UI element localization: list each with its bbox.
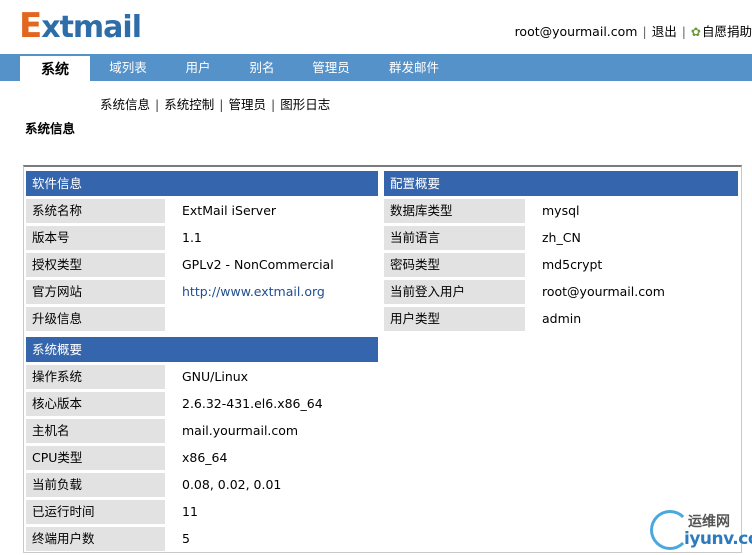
config-summary-heading: 配置概要	[384, 171, 738, 196]
tab-aliases[interactable]: 别名	[238, 54, 286, 81]
row-value: ExtMail iServer	[182, 203, 277, 218]
row-value: GNU/Linux	[182, 369, 249, 384]
sub-nav: 系统信息 | 系统控制 | 管理员 | 图形日志	[100, 94, 330, 113]
table-row: 当前登入用户 root@yourmail.com	[384, 280, 738, 304]
tab-admins[interactable]: 管理员	[302, 54, 360, 81]
tab-system[interactable]: 系统	[20, 56, 90, 81]
row-label: 当前语言	[384, 226, 525, 250]
row-label: 密码类型	[384, 253, 525, 277]
row-label: 数据库类型	[384, 199, 525, 223]
watermark-line1: 运维网	[688, 514, 730, 530]
main-nav: 系统 域列表 用户 别名 管理员 群发邮件	[0, 54, 752, 81]
row-value: GPLv2 - NonCommercial	[182, 257, 334, 272]
table-row: 当前语言 zh_CN	[384, 226, 738, 250]
tab-domain-list[interactable]: 域列表	[100, 54, 156, 81]
separator: |	[681, 24, 686, 39]
tab-users[interactable]: 用户	[172, 54, 224, 81]
subnav-system-control[interactable]: 系统控制	[164, 97, 214, 112]
row-label: 系统名称	[26, 199, 165, 223]
row-value: x86_64	[182, 450, 228, 465]
table-row: 用户类型 admin	[384, 307, 738, 331]
table-row: 已运行时间 11	[26, 500, 378, 524]
row-value: md5crypt	[542, 257, 603, 272]
row-value: mysql	[542, 203, 580, 218]
tab-mass-mail[interactable]: 群发邮件	[378, 54, 450, 81]
logo-text: xtmail	[41, 10, 142, 45]
extmail-logo: Extmail	[19, 6, 142, 46]
system-summary-heading: 系统概要	[26, 337, 378, 362]
separator: |	[642, 24, 647, 39]
row-value: mail.yourmail.com	[182, 423, 299, 438]
row-label: 升级信息	[26, 307, 165, 331]
software-info-heading: 软件信息	[26, 171, 378, 196]
row-label: 版本号	[26, 226, 165, 250]
table-row: 操作系统 GNU/Linux	[26, 365, 378, 389]
row-label: CPU类型	[26, 446, 165, 470]
table-row: 当前负载 0.08, 0.02, 0.01	[26, 473, 378, 497]
table-row: 升级信息	[26, 307, 378, 331]
separator: |	[155, 97, 160, 112]
table-row: 密码类型 md5crypt	[384, 253, 738, 277]
separator: |	[270, 97, 276, 112]
table-row: 主机名 mail.yourmail.com	[26, 419, 378, 443]
table-row: 核心版本 2.6.32-431.el6.x86_64	[26, 392, 378, 416]
subnav-admins[interactable]: 管理员	[228, 97, 266, 112]
row-value: admin	[542, 311, 582, 326]
table-row: 终端用户数 5	[26, 527, 378, 551]
table-row: 官方网站 http://www.extmail.org	[26, 280, 378, 304]
subnav-graph-log[interactable]: 图形日志	[280, 97, 330, 112]
row-value: 2.6.32-431.el6.x86_64	[182, 396, 323, 411]
row-label: 用户类型	[384, 307, 525, 331]
logo-initial: E	[19, 6, 42, 46]
row-label: 操作系统	[26, 365, 165, 389]
gear-icon: ✿	[690, 25, 701, 39]
table-row: 系统名称 ExtMail iServer	[26, 199, 378, 223]
page-title: 系统信息	[25, 121, 76, 136]
table-row: 数据库类型 mysql	[384, 199, 738, 223]
row-value: root@yourmail.com	[542, 284, 665, 299]
row-label: 终端用户数	[26, 527, 165, 551]
row-value: 1.1	[182, 230, 202, 245]
separator: |	[219, 97, 224, 112]
subnav-system-info[interactable]: 系统信息	[100, 97, 150, 112]
watermark: 运维网 iyunv.com	[648, 508, 752, 555]
row-value	[165, 307, 182, 331]
official-site-link[interactable]: http://www.extmail.org	[182, 284, 325, 299]
table-row: 授权类型 GPLv2 - NonCommercial	[26, 253, 378, 277]
row-label: 主机名	[26, 419, 165, 443]
table-row: CPU类型 x86_64	[26, 446, 378, 470]
table-row: 版本号 1.1	[26, 226, 378, 250]
logout-link[interactable]: 退出	[652, 24, 677, 39]
row-label: 官方网站	[26, 280, 165, 304]
donate-link[interactable]: 自愿捐助	[702, 24, 752, 39]
user-email: root@yourmail.com	[514, 24, 638, 39]
row-value: 11	[182, 504, 198, 519]
info-panel: 软件信息 系统名称 ExtMail iServer 版本号 1.1 授权类型 G…	[23, 165, 742, 553]
row-value: http://www.extmail.org	[165, 280, 325, 304]
row-label: 当前负载	[26, 473, 165, 497]
user-links: root@yourmail.com | 退出 | ✿自愿捐助	[515, 21, 752, 40]
row-label: 当前登入用户	[384, 280, 525, 304]
row-value: zh_CN	[542, 230, 581, 245]
row-label: 核心版本	[26, 392, 165, 416]
row-label: 授权类型	[26, 253, 165, 277]
row-value: 5	[182, 531, 190, 546]
row-value: 0.08, 0.02, 0.01	[182, 477, 282, 492]
row-label: 已运行时间	[26, 500, 165, 524]
watermark-line2: iyunv.com	[684, 529, 752, 549]
